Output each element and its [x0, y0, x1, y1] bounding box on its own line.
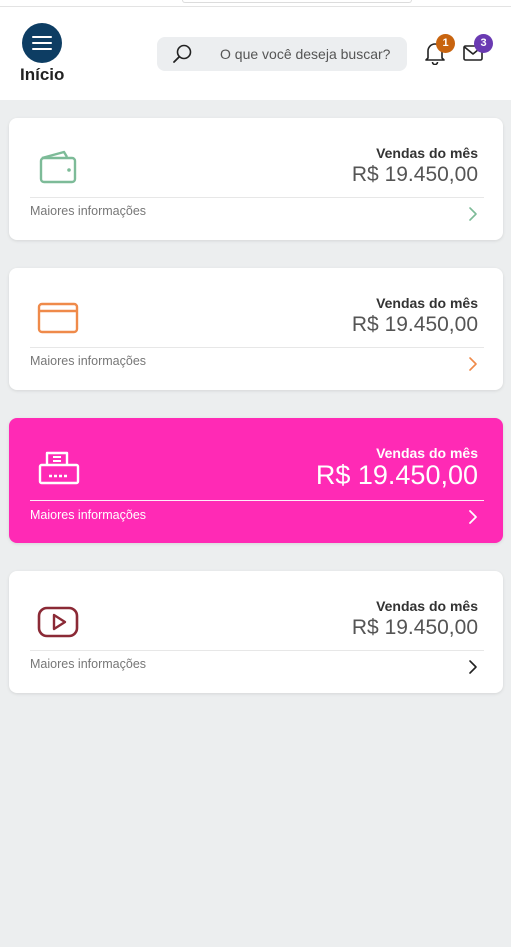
search-placeholder: O que você deseja buscar?: [220, 46, 391, 62]
more-info-link[interactable]: Maiores informações: [30, 354, 146, 368]
message-badge: 3: [474, 34, 493, 53]
card-value: R$ 19.450,00: [351, 163, 478, 186]
card-value: R$ 19.450,00: [351, 313, 478, 336]
more-info-link[interactable]: Maiores informações: [30, 508, 146, 522]
more-info-link[interactable]: Maiores informações: [30, 204, 146, 218]
top-edge: [0, 0, 511, 7]
card-label: Vendas do mês: [376, 598, 478, 614]
more-info-link[interactable]: Maiores informações: [30, 657, 146, 671]
notification-badge: 1: [436, 34, 455, 53]
page-title: Início: [20, 65, 65, 84]
chevron-right-icon[interactable]: [467, 509, 479, 525]
search-input[interactable]: O que você deseja buscar?: [157, 37, 407, 71]
divider: [30, 347, 484, 348]
sales-card-video: Vendas do mês R$ 19.450,00 Maiores infor…: [9, 571, 503, 693]
card-label: Vendas do mês: [376, 445, 478, 461]
menu-icon: [32, 36, 52, 38]
card-label: Vendas do mês: [376, 145, 478, 161]
sales-card-credit: Vendas do mês R$ 19.450,00 Maiores infor…: [9, 268, 503, 390]
credit-card-icon: [37, 302, 79, 334]
wallet-icon: [39, 150, 77, 184]
receipt-printer-icon: [38, 451, 80, 485]
sales-card-receipt: Vendas do mês R$ 19.450,00 Maiores infor…: [9, 418, 503, 543]
play-video-icon: [37, 606, 79, 638]
divider: [30, 650, 484, 651]
chevron-right-icon[interactable]: [467, 659, 479, 675]
card-value: R$ 19.450,00: [315, 460, 478, 490]
top-edge-tab: [182, 0, 412, 3]
chevron-right-icon[interactable]: [467, 206, 479, 222]
card-label: Vendas do mês: [376, 295, 478, 311]
app-header: Início O que você deseja buscar? 1 3: [0, 7, 511, 100]
card-value: R$ 19.450,00: [351, 616, 478, 639]
menu-button[interactable]: [22, 23, 62, 63]
chevron-right-icon[interactable]: [467, 356, 479, 372]
divider: [30, 197, 484, 198]
sales-card-wallet: Vendas do mês R$ 19.450,00 Maiores infor…: [9, 118, 503, 240]
divider: [30, 500, 484, 501]
search-icon: [173, 44, 192, 63]
